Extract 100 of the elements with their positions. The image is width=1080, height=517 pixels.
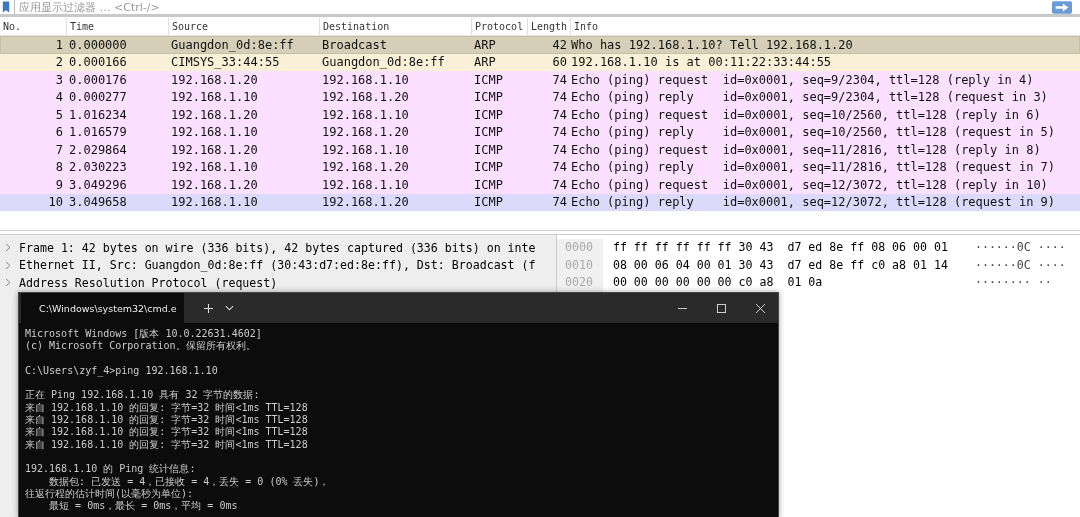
table-cell-text: ICMP [473, 72, 504, 87]
table-cell-text: CIMSYS_33:44:55 [170, 55, 281, 70]
bookmark-icon[interactable] [2, 1, 10, 13]
table-cell-text: ICMP [473, 142, 504, 157]
terminal-line: 192.168.1.10 的 Ping 统计信息: [25, 463, 197, 476]
table-cell-text: 4 [54, 90, 64, 105]
table-cell-text: Echo (ping) request id=0x0001, seq=9/2304, ttl=128 (reply in 4) [570, 72, 1035, 87]
chevron-icon[interactable] [5, 243, 11, 253]
table-cell-text: 74 [551, 90, 568, 105]
table-cell-text: 192.168.1.20 [321, 195, 410, 210]
table-cell-text: 192.168.1.10 is at 00:11:22:33:44:55 [570, 55, 833, 70]
table-cell-text: 192.168.1.10 [321, 107, 410, 122]
table-cell-text: 3 [54, 72, 64, 87]
table-cell-text: 0.000176 [68, 72, 128, 87]
table-cell-text: 3.049296 [68, 177, 128, 192]
table-cell-text: 74 [551, 107, 568, 122]
chevron-icon[interactable] [5, 278, 11, 288]
terminal-line: C:\Users\zyf_4>ping 192.168.1.10 [25, 364, 219, 378]
terminal-line: 来自 192.168.1.10 的回复: 字节=32 时间<1ms TTL=128 [25, 401, 309, 414]
terminal-line: 数据包: 已发送 = 4，已接收 = 4，丢失 = 0 (0% 丢失)， [48, 475, 331, 488]
column-header[interactable]: Length [527, 18, 570, 35]
table-cell-text: 1 [54, 37, 64, 52]
table-cell-text: 1.016234 [68, 107, 128, 122]
table-cell-text: ICMP [473, 177, 504, 192]
terminal-line: (c) Microsoft Corporation。保留所有权利。 [25, 340, 257, 353]
hex-bytes: ff ff ff ff ff ff 30 43 d7 ed 8e ff 08 06 00 01 [612, 239, 949, 256]
column-header[interactable]: Destination [319, 18, 471, 35]
table-cell-text: Echo (ping) request id=0x0001, seq=10/2560, ttl=128 (reply in 6) [570, 107, 1042, 122]
table-cell-text: ICMP [473, 160, 504, 175]
column-header[interactable]: Time [66, 18, 168, 35]
table-cell-text: Who has 192.168.1.10? Tell 192.168.1.20 [570, 37, 854, 52]
table-cell-text: 74 [551, 195, 568, 210]
ascii-bytes: ······0C ···· [974, 239, 1066, 256]
ascii-bytes: ······0C ···· [974, 256, 1066, 274]
column-header[interactable]: Source [168, 18, 319, 35]
maximize-icon[interactable] [717, 303, 726, 313]
tree-item[interactable]: Address Resolution Protocol (request) [19, 275, 278, 290]
arrow-right-icon[interactable] [1052, 0, 1072, 14]
packet-row[interactable]: 7 2.029864 192.168.1.20 192.168.1.10 ICMP 74 Echo (ping) request id=0x0001, seq=11/2816, ttl=128 (reply in 8) [0, 141, 1080, 159]
byte-offset: 0020 [565, 274, 593, 291]
table-cell-text: 8 [54, 160, 64, 175]
table-cell-text: 192.168.1.20 [170, 72, 259, 87]
terminal-tab[interactable]: C:\Windows\system32\cmd.e [21, 293, 184, 323]
table-cell-text: Broadcast [321, 37, 389, 52]
table-cell-text: 42 [551, 37, 568, 52]
table-cell-text: 192.168.1.10 [321, 142, 410, 157]
byte-offset: 0000 [565, 239, 593, 256]
table-cell-text: ICMP [473, 125, 504, 140]
column-header[interactable]: No. [0, 18, 66, 35]
table-cell-text: Guangdon_0d:8e:ff [321, 55, 446, 70]
packet-row[interactable]: 5 1.016234 192.168.1.20 192.168.1.10 ICMP 74 Echo (ping) request id=0x0001, seq=10/2560, ttl=128 (reply in 6) [0, 106, 1080, 124]
table-cell-text: 192.168.1.20 [321, 160, 410, 175]
table-cell-text: 2.030223 [68, 160, 128, 175]
terminal-line: 来自 192.168.1.10 的回复: 字节=32 时间<1ms TTL=128 [25, 414, 309, 426]
table-cell-text: 192.168.1.10 [321, 177, 410, 192]
tree-item[interactable]: Frame 1: 42 bytes on wire (336 bits), 42 bytes captured (336 bits) on inte [19, 240, 536, 255]
table-cell-text: 0.000000 [68, 37, 128, 52]
table-cell-text: 5 [54, 107, 64, 122]
table-cell-text: 192.168.1.10 [170, 160, 259, 175]
table-cell-text: 9 [54, 177, 64, 192]
table-cell-text: 60 [551, 55, 568, 70]
terminal-line: 来自 192.168.1.10 的回复: 字节=32 时间<1ms TTL=128 [25, 426, 309, 439]
table-cell-text: 192.168.1.10 [170, 195, 259, 210]
table-cell-text: ARP [473, 55, 497, 70]
table-cell-text: Echo (ping) request id=0x0001, seq=11/2816, ttl=128 (reply in 8) [570, 142, 1042, 157]
table-cell-text: ICMP [473, 90, 504, 105]
table-cell-text: 192.168.1.20 [170, 142, 259, 157]
table-cell-text: 74 [551, 142, 568, 157]
close-icon[interactable] [756, 303, 765, 313]
table-cell-text: 192.168.1.10 [321, 72, 410, 87]
terminal-line: 正在 Ping 192.168.1.10 具有 32 字节的数据: [25, 389, 261, 402]
table-cell-text: Echo (ping) request id=0x0001, seq=12/3072, ttl=128 (reply in 10) [570, 177, 1049, 192]
table-cell-text: Echo (ping) reply id=0x0001, seq=10/2560, ttl=128 (request in 5) [570, 125, 1057, 140]
table-cell-text: Echo (ping) reply id=0x0001, seq=9/2304, ttl=128 (request in 3) [570, 90, 1049, 105]
table-cell-text: 192.168.1.20 [321, 90, 410, 105]
table-cell-text: 1.016579 [68, 125, 128, 140]
packet-row[interactable]: 3 0.000176 192.168.1.20 192.168.1.10 ICMP 74 Echo (ping) request id=0x0001, seq=9/2304, ttl=128 (reply in 4) [0, 71, 1080, 89]
packet-row[interactable]: 9 3.049296 192.168.1.20 192.168.1.10 ICMP 74 Echo (ping) request id=0x0001, seq=12/3072, ttl=128 (reply in 10) [0, 176, 1080, 194]
hex-bytes: 00 00 00 00 00 00 c0 a8 01 0a [612, 274, 824, 291]
column-header[interactable]: Protocol [471, 18, 527, 35]
chevron-down-icon[interactable] [225, 305, 234, 311]
table-cell-text: Echo (ping) reply id=0x0001, seq=12/3072, ttl=128 (request in 9) [570, 195, 1057, 210]
terminal-line: 往返行程的估计时间(以毫秒为单位): [25, 487, 195, 500]
table-cell-text: 6 [54, 125, 64, 140]
plus-icon[interactable] [204, 303, 213, 313]
table-cell-text: 192.168.1.10 [170, 90, 259, 105]
tree-item[interactable]: Ethernet II, Src: Guangdon_0d:8e:ff (30:43:d7:ed:8e:ff), Dst: Broadcast (f [19, 258, 536, 273]
table-cell-text: 2 [54, 55, 64, 70]
packet-row[interactable]: 1 0.000000 Guangdon_0d:8e:ff Broadcast ARP 42 Who has 192.168.1.10? Tell 192.168.1.20 [0, 36, 1080, 54]
table-cell-text: ICMP [473, 195, 504, 210]
table-cell-text: 192.168.1.20 [170, 177, 259, 192]
table-cell-text: 10 [47, 195, 64, 210]
column-header[interactable]: Info [570, 18, 1080, 35]
table-cell-text: 74 [551, 125, 568, 140]
table-cell-text: 74 [551, 160, 568, 175]
terminal-line: 最短 = 0ms，最长 = 0ms，平均 = 0ms [48, 500, 239, 513]
table-cell-text: ARP [473, 37, 497, 52]
chevron-icon[interactable] [5, 260, 11, 270]
table-cell-text: 192.168.1.20 [170, 107, 259, 122]
table-cell-text: 3.049658 [68, 195, 128, 210]
